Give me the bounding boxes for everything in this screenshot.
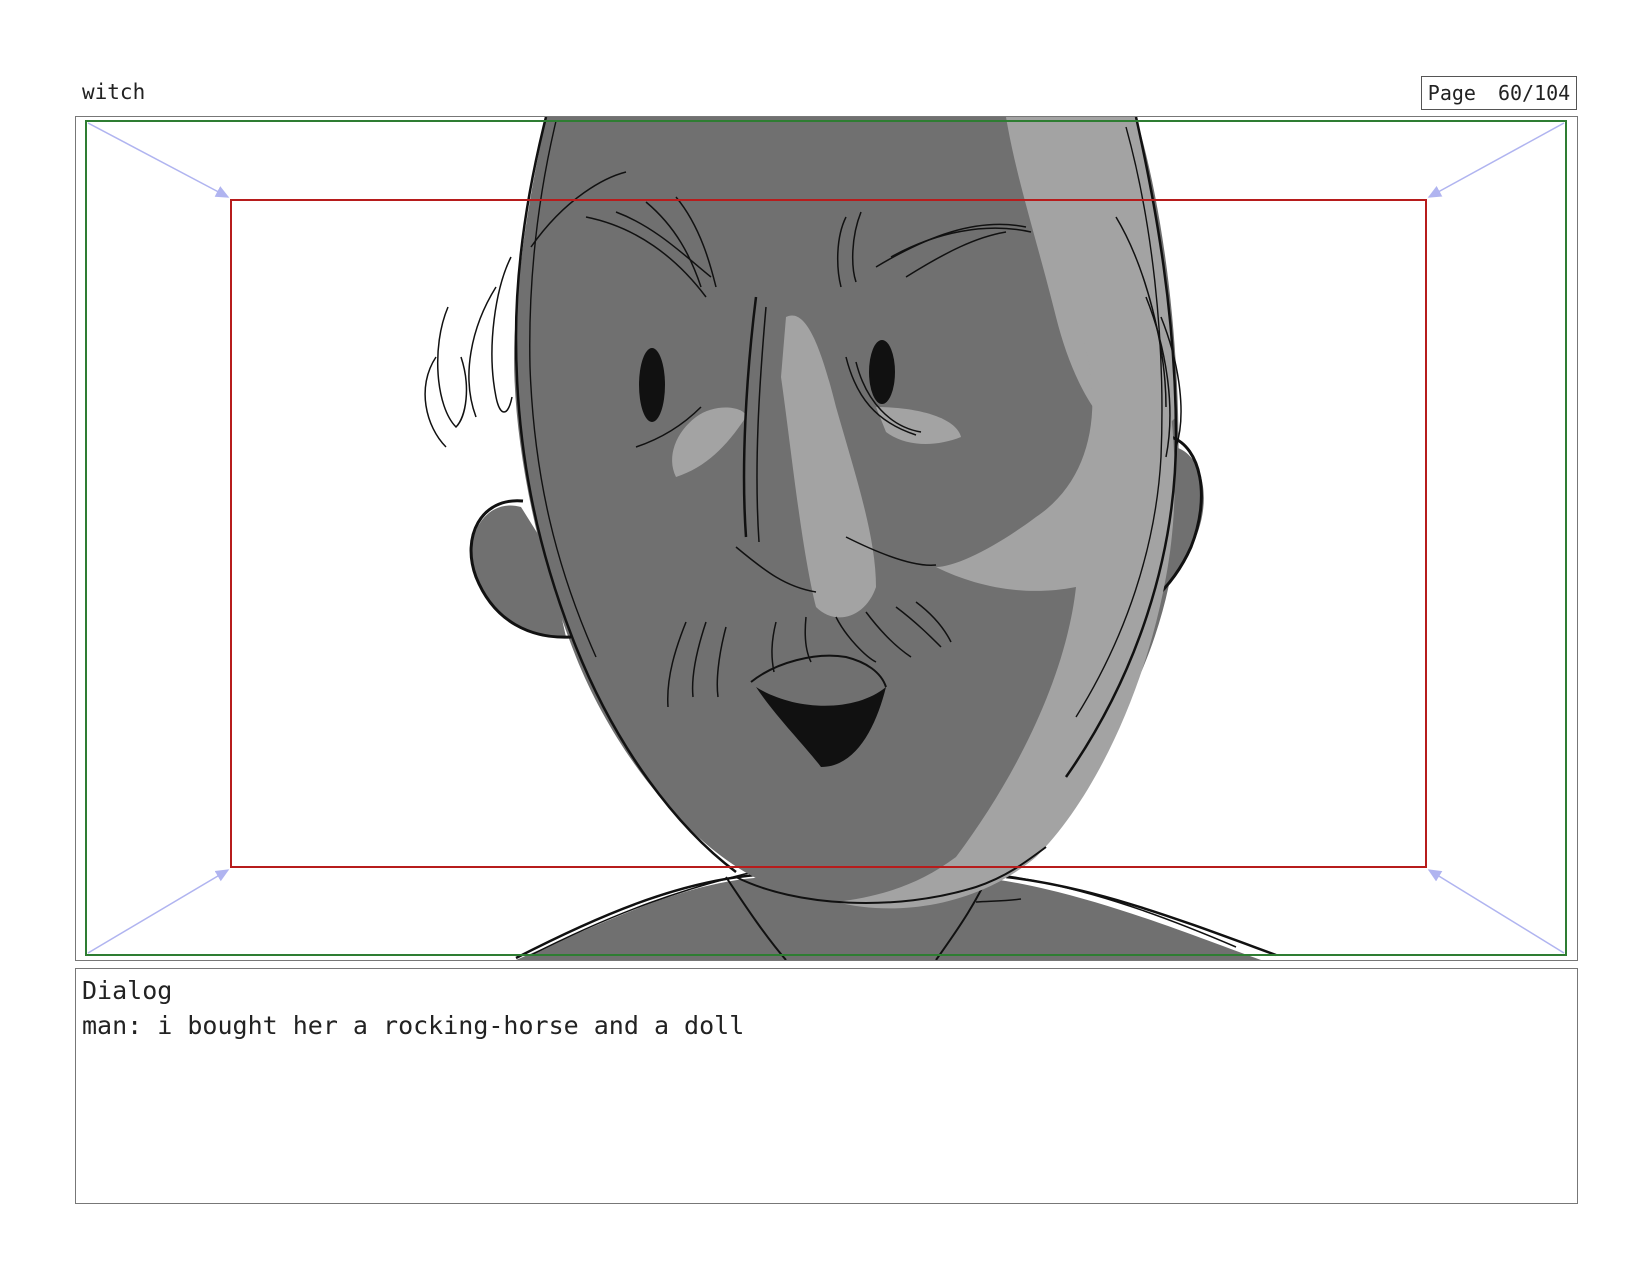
camera-arrow-top-left — [87, 122, 230, 198]
storyboard-panel — [75, 116, 1578, 961]
page-number: 60/104 — [1497, 81, 1571, 105]
camera-arrow-top-right — [1427, 122, 1565, 198]
panel-drawing — [85, 117, 1567, 960]
project-title: witch — [82, 80, 146, 104]
page-indicator: Page 60/104 — [1421, 76, 1577, 110]
camera-arrow-bottom-left — [87, 869, 230, 954]
dialog-box: Dialog man: i bought her a rocking-horse… — [75, 968, 1578, 1204]
dialog-line: man: i bought her a rocking-horse and a … — [82, 1011, 745, 1040]
head-sketch — [424, 117, 1204, 909]
camera-arrow-bottom-right — [1427, 869, 1565, 954]
page-label: Page — [1427, 81, 1476, 105]
dialog-heading: Dialog — [82, 976, 173, 1005]
